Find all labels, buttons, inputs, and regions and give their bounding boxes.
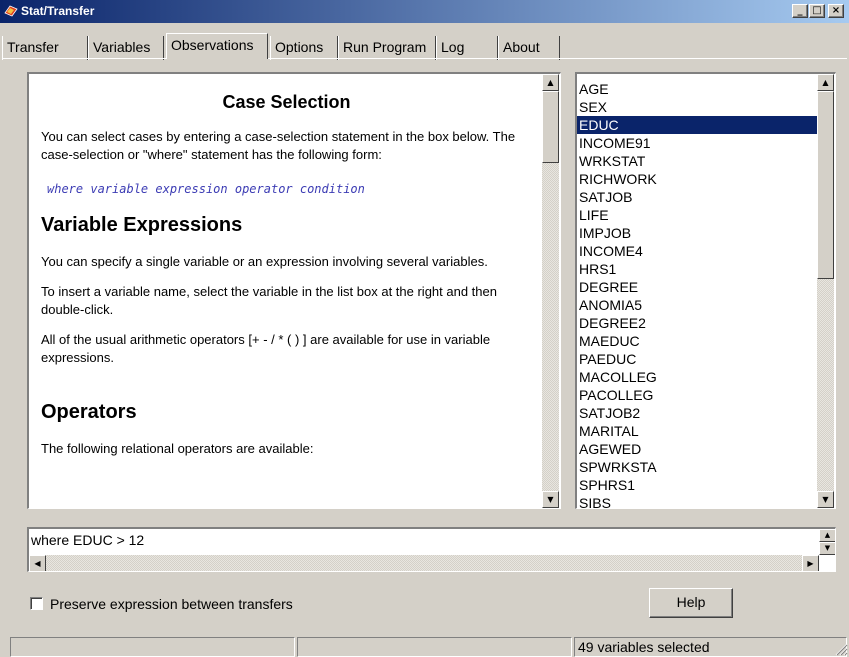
variable-list-item[interactable]: HRS1 bbox=[577, 260, 817, 278]
minimize-icon: _ bbox=[797, 5, 803, 16]
variable-list-item[interactable]: ANOMIA5 bbox=[577, 296, 817, 314]
window-title: Stat/Transfer bbox=[21, 4, 95, 18]
tab-observations[interactable]: Observations bbox=[166, 33, 268, 59]
variable-scroll-up-button[interactable]: ▲ bbox=[817, 74, 834, 91]
variable-list-item[interactable]: SIBS bbox=[577, 494, 817, 508]
help-section-operators: Operators bbox=[41, 401, 137, 423]
variable-list-item[interactable]: PAEDUC bbox=[577, 350, 817, 368]
variable-list-item[interactable]: MACOLLEG bbox=[577, 368, 817, 386]
variable-list-item[interactable]: DEGREE2 bbox=[577, 314, 817, 332]
help-vertical-scrollbar[interactable]: ▲ ▼ bbox=[542, 74, 559, 508]
variable-list-item[interactable]: AGEWED bbox=[577, 440, 817, 458]
variable-scroll-thumb[interactable] bbox=[817, 91, 834, 279]
tab-variables[interactable]: Variables bbox=[88, 36, 164, 60]
variable-list-item[interactable]: PACOLLEG bbox=[577, 386, 817, 404]
scroll-down-icon: ▼ bbox=[822, 495, 829, 504]
help-paragraph: All of the usual arithmetic operators [+… bbox=[41, 332, 491, 365]
variable-list-item[interactable]: EDUC bbox=[577, 116, 817, 134]
expression-input[interactable]: where EDUC > 12 ◀ ▶ ▲ ▼ bbox=[27, 527, 836, 572]
scroll-right-icon: ▶ bbox=[807, 559, 814, 568]
close-icon: × bbox=[831, 5, 841, 16]
status-panel-1 bbox=[10, 637, 295, 657]
variable-list-item[interactable]: MAEDUC bbox=[577, 332, 817, 350]
help-scroll-down-button[interactable]: ▼ bbox=[542, 491, 559, 508]
expression-scroll-left-button[interactable]: ◀ bbox=[29, 555, 46, 571]
variable-list-item[interactable]: SATJOB2 bbox=[577, 404, 817, 422]
variable-list[interactable]: AGE SEX EDUC INCOME91 WRKSTAT RICHWORK SATJOB L… bbox=[575, 72, 836, 509]
help-button[interactable]: Help bbox=[649, 588, 733, 618]
variable-list-item[interactable]: SPHRS1 bbox=[577, 476, 817, 494]
expression-scroll-up-button[interactable]: ▲ bbox=[819, 529, 835, 542]
help-content: Case Selection You can select cases by e… bbox=[29, 74, 542, 508]
help-paragraph: The following relational operators are a… bbox=[41, 441, 314, 456]
tab-log[interactable]: Log bbox=[436, 36, 498, 60]
tab-divider bbox=[2, 58, 847, 59]
help-paragraph: You can specify a single variable or an … bbox=[41, 254, 488, 269]
expression-horizontal-scrollbar[interactable]: ◀ ▶ bbox=[29, 555, 819, 571]
help-syntax: where variable expression operator condi… bbox=[47, 182, 365, 196]
scroll-up-icon: ▲ bbox=[822, 78, 829, 87]
variable-list-item[interactable]: AGE bbox=[577, 80, 817, 98]
variable-list-item[interactable]: IMPJOB bbox=[577, 224, 817, 242]
scroll-down-icon: ▼ bbox=[547, 495, 554, 504]
maximize-icon: □ bbox=[812, 5, 822, 16]
scroll-up-icon: ▲ bbox=[824, 531, 831, 539]
title-bar[interactable]: Stat/Transfer _ □ × bbox=[0, 0, 849, 23]
variable-list-item[interactable]: SPWRKSTA bbox=[577, 458, 817, 476]
help-panel[interactable]: Case Selection You can select cases by e… bbox=[27, 72, 561, 509]
variable-list-item[interactable]: LIFE bbox=[577, 206, 817, 224]
status-variables-selected: 49 variables selected bbox=[574, 637, 847, 657]
expression-scroll-down-button[interactable]: ▼ bbox=[819, 542, 835, 555]
help-scroll-up-button[interactable]: ▲ bbox=[542, 74, 559, 91]
app-window: Stat/Transfer _ □ × Transfer Variables O… bbox=[0, 0, 849, 657]
close-button[interactable]: × bbox=[828, 4, 844, 18]
variable-vertical-scrollbar[interactable]: ▲ ▼ bbox=[817, 74, 834, 508]
expression-vertical-scrollbar[interactable]: ▲ ▼ bbox=[819, 529, 835, 555]
variable-list-item[interactable]: DEGREE bbox=[577, 278, 817, 296]
preserve-expression-label[interactable]: Preserve expression between transfers bbox=[50, 595, 293, 613]
status-panel-2 bbox=[297, 637, 572, 657]
help-section-variable-expressions: Variable Expressions bbox=[41, 214, 243, 236]
variable-list-item[interactable]: INCOME4 bbox=[577, 242, 817, 260]
preserve-expression-checkbox[interactable] bbox=[30, 597, 43, 610]
variable-list-item[interactable]: SEX bbox=[577, 98, 817, 116]
scroll-left-icon: ◀ bbox=[34, 559, 41, 568]
tab-transfer[interactable]: Transfer bbox=[2, 36, 88, 60]
variable-list-item[interactable]: MARITAL bbox=[577, 422, 817, 440]
maximize-button[interactable]: □ bbox=[809, 4, 825, 18]
tab-options[interactable]: Options bbox=[270, 36, 338, 60]
variable-list-item[interactable]: RICHWORK bbox=[577, 170, 817, 188]
scroll-down-icon: ▼ bbox=[824, 544, 831, 552]
expression-scroll-right-button[interactable]: ▶ bbox=[802, 555, 819, 571]
stat-transfer-logo-icon bbox=[4, 5, 18, 17]
expression-text[interactable]: where EDUC > 12 bbox=[31, 531, 144, 549]
tab-about[interactable]: About bbox=[498, 36, 560, 60]
help-scroll-thumb[interactable] bbox=[542, 91, 559, 163]
resize-grip-icon[interactable] bbox=[834, 642, 848, 656]
variable-list-item[interactable]: WRKSTAT bbox=[577, 152, 817, 170]
minimize-button[interactable]: _ bbox=[792, 4, 808, 18]
tab-run-program[interactable]: Run Program bbox=[338, 36, 436, 60]
help-paragraph: To insert a variable name, select the va… bbox=[41, 284, 497, 317]
help-heading: Case Selection bbox=[222, 92, 351, 112]
variable-items: AGE SEX EDUC INCOME91 WRKSTAT RICHWORK SATJOB L… bbox=[577, 80, 817, 508]
variable-list-item[interactable]: SATJOB bbox=[577, 188, 817, 206]
scroll-up-icon: ▲ bbox=[547, 78, 554, 87]
variable-list-item[interactable]: INCOME91 bbox=[577, 134, 817, 152]
variable-scroll-down-button[interactable]: ▼ bbox=[817, 491, 834, 508]
help-intro: You can select cases by entering a case-… bbox=[41, 129, 516, 162]
